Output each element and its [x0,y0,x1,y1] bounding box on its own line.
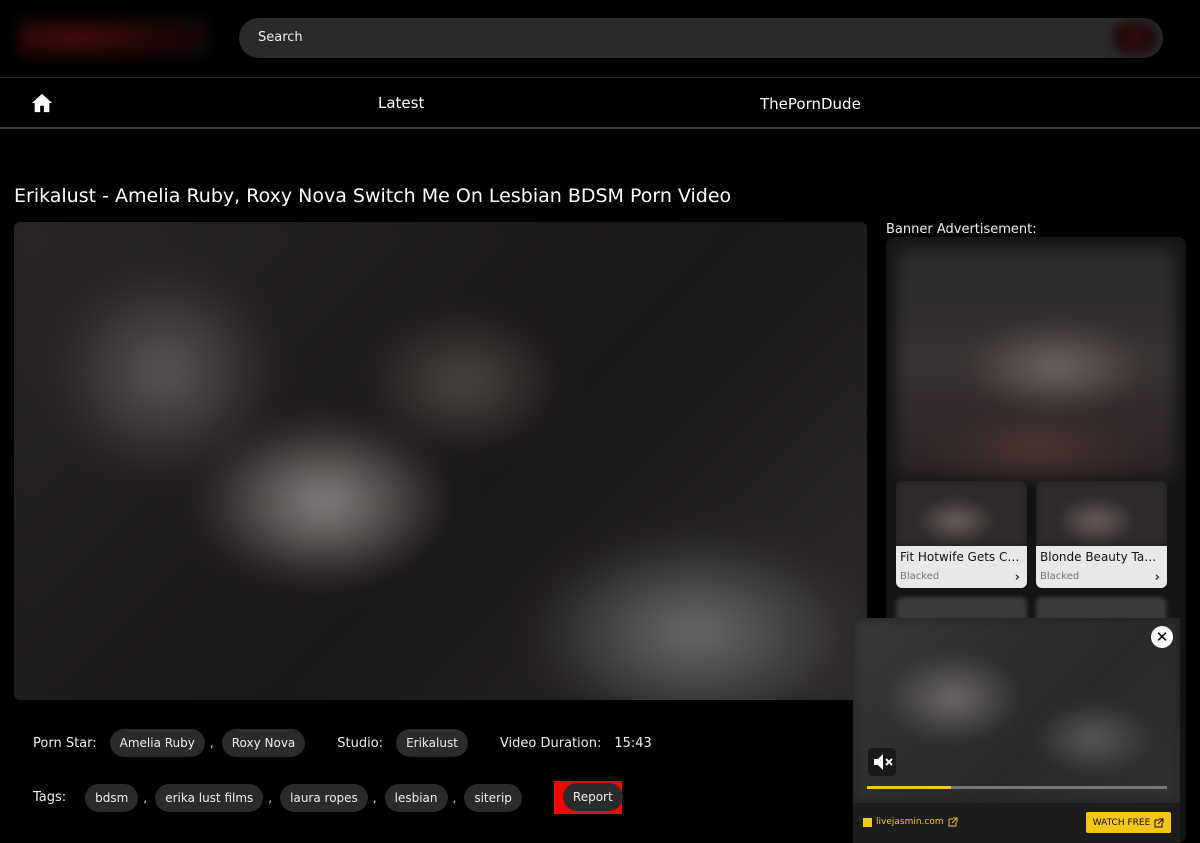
search-placeholder: Search [258,30,303,45]
popup-footer: livejasmin.com WATCH FREE [853,803,1180,843]
tag-link[interactable]: bdsm [85,783,139,812]
studio-label: Studio: [337,735,384,751]
chevron-right-icon: › [1014,570,1020,585]
site-header: Search [0,0,1200,77]
muted-speaker-icon [874,754,893,770]
duration-label: Video Duration: [499,735,602,751]
external-link-icon [1154,818,1164,827]
main-nav: Latest ThePornDude [0,78,1200,129]
watch-free-label: WATCH FREE [1092,817,1151,828]
external-link-icon [948,817,958,827]
tag-link[interactable]: laura ropes [280,783,368,812]
report-button[interactable]: Report [562,783,623,811]
ad-thumb[interactable]: Blonde Beauty Tak... Blacked › [1036,481,1167,588]
popup-site-link[interactable]: livejasmin.com [863,817,958,827]
popup-video-frame[interactable] [853,618,1180,803]
studio-link[interactable]: Erikalust [396,729,468,757]
ad-thumb[interactable]: Fit Hotwife Gets Cr... Blacked › [896,481,1027,588]
popup-progress-bar[interactable] [867,786,1167,789]
video-meta-row: Porn Star: Amelia Ruby , Roxy Nova Studi… [33,729,652,757]
close-icon[interactable]: ✕ [1151,626,1173,648]
thumb-studio: Blacked [900,571,940,582]
pornstar-link[interactable]: Amelia Ruby [109,729,205,757]
thumb-image [896,481,1027,546]
chevron-right-icon: › [1154,570,1160,585]
separator: , [452,790,457,805]
popup-progress-fill [867,786,951,789]
page-title: Erikalust - Amelia Ruby, Roxy Nova Switc… [14,185,732,207]
home-icon[interactable] [31,92,53,114]
site-logo[interactable] [18,18,208,58]
thumb-image [1036,481,1167,546]
video-player[interactable] [14,222,867,700]
thumb-title: Fit Hotwife Gets Cr... [900,550,1022,564]
popup-site-text: livejasmin.com [876,817,944,827]
thumb-studio: Blacked [1040,571,1080,582]
site-logo-icon [863,817,872,827]
tags-row: Tags: bdsm , erika lust films , laura ro… [33,781,623,814]
tag-link[interactable]: siterip [464,783,522,812]
search-input[interactable]: Search [239,18,1163,58]
ad-image[interactable] [896,247,1176,479]
nav-item-theporndude[interactable]: ThePornDude [760,95,861,113]
ad-label: Banner Advertisement: [886,222,1037,237]
search-button[interactable] [1113,22,1157,54]
separator: , [372,790,377,805]
nav-item-latest[interactable]: Latest [378,94,424,112]
separator: , [209,736,214,750]
floating-video-ad[interactable]: ✕ livejasmin.com WATCH FREE [853,618,1180,843]
separator: , [143,790,148,805]
pornstar-link[interactable]: Roxy Nova [221,729,306,757]
tag-link[interactable]: lesbian [384,783,448,812]
video-frame [14,222,867,700]
duration-value: 15:43 [614,735,652,751]
tag-link[interactable]: erika lust films [155,783,264,812]
watch-free-button[interactable]: WATCH FREE [1086,812,1171,833]
report-highlight: Report [553,781,623,814]
thumb-title: Blonde Beauty Tak... [1040,550,1162,564]
tags-label: Tags: [33,790,67,805]
mute-button[interactable] [868,748,896,776]
separator: , [268,790,273,805]
pornstar-label: Porn Star: [33,735,97,751]
